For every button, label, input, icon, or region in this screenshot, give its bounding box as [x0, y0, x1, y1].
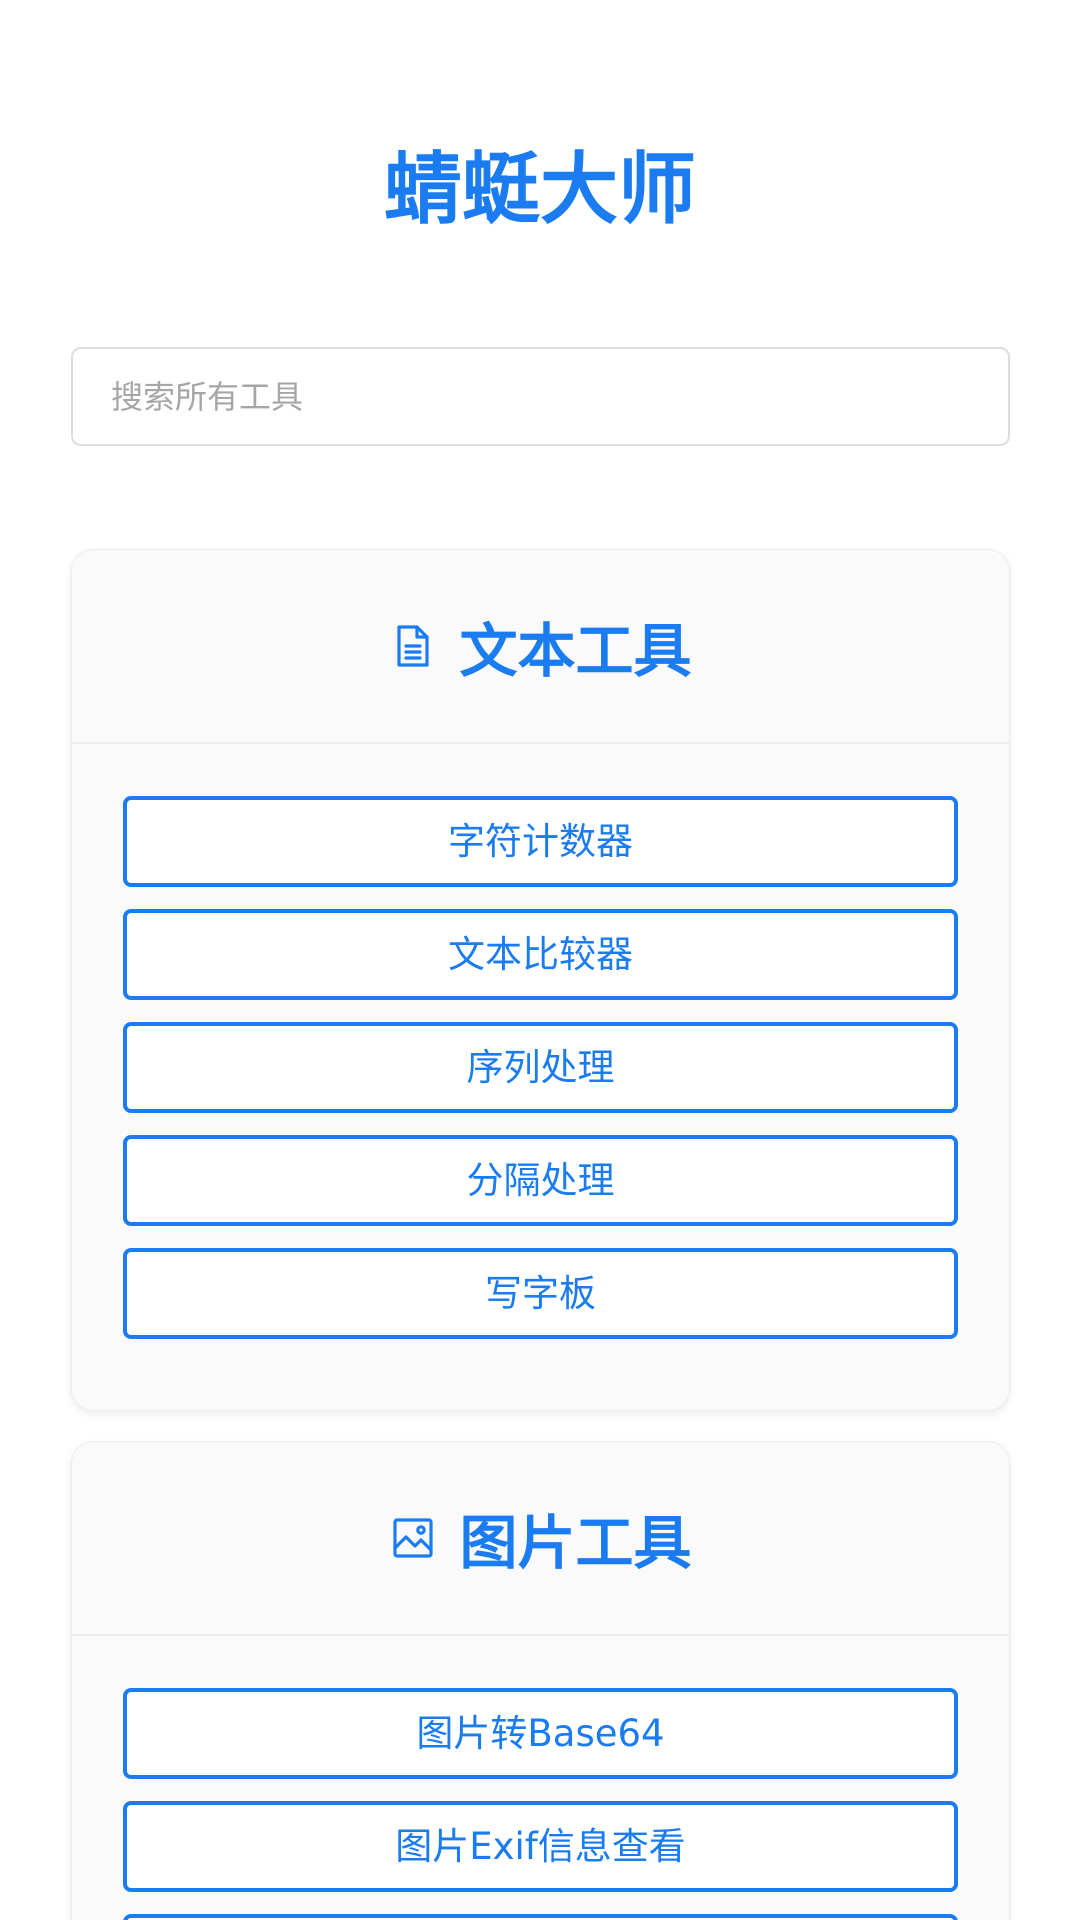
sequence-process-button[interactable]: 序列处理 — [123, 1022, 958, 1113]
text-tools-list: 字符计数器 文本比较器 序列处理 分隔处理 写字板 — [72, 744, 1009, 1339]
text-tools-header: 文本工具 — [72, 550, 1009, 744]
document-icon — [389, 622, 437, 670]
text-compare-button[interactable]: 文本比较器 — [123, 909, 958, 1000]
image-to-base64-button[interactable]: 图片转Base64 — [123, 1688, 958, 1779]
text-tools-card: 文本工具 字符计数器 文本比较器 序列处理 分隔处理 写字板 — [71, 549, 1010, 1411]
image-tools-list: 图片转Base64 图片Exif信息查看 — [72, 1636, 1009, 1920]
image-tools-header: 图片工具 — [72, 1442, 1009, 1636]
image-icon — [389, 1514, 437, 1562]
split-process-button[interactable]: 分隔处理 — [123, 1135, 958, 1226]
image-tools-card: 图片工具 图片转Base64 图片Exif信息查看 — [71, 1441, 1010, 1920]
image-exif-button[interactable]: 图片Exif信息查看 — [123, 1801, 958, 1892]
text-tools-title: 文本工具 — [459, 617, 692, 685]
image-tools-title: 图片工具 — [459, 1509, 692, 1577]
app-title: 蜻蜓大师 — [383, 145, 696, 235]
char-counter-button[interactable]: 字符计数器 — [123, 796, 958, 887]
image-tool-button[interactable] — [123, 1914, 958, 1920]
search-input[interactable] — [71, 347, 1010, 446]
search-bar — [71, 347, 1010, 446]
page: 蜻蜓大师 文本工具 字符计数器 文本比较器 序列处理 分隔处理 写字板 — [0, 0, 1080, 1920]
notepad-button[interactable]: 写字板 — [123, 1248, 958, 1339]
